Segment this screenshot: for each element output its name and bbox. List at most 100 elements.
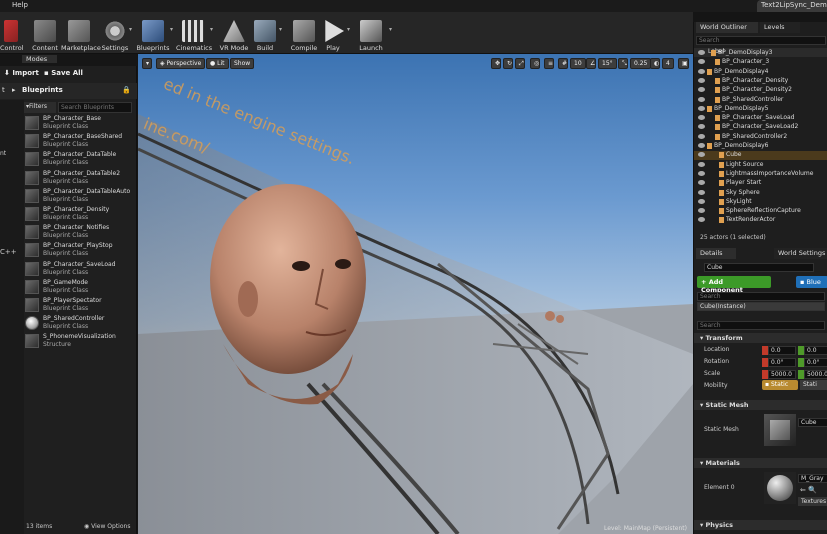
asset-item[interactable]: BP_PlayerSpectator Blueprint Class [24,297,137,315]
browse-icon[interactable]: ⇐ 🔍 [800,486,817,494]
visibility-eye-icon[interactable] [698,189,705,195]
mesh-thumbnail[interactable] [764,414,796,446]
toolbar-marketplace-button[interactable]: Marketplace [61,12,101,54]
settings-dropdown-icon[interactable]: ▾ [129,26,132,33]
level-viewport[interactable]: ed in the engine settings. ine.com/ ▾ ◈ … [138,54,693,534]
tree-item-cpp[interactable]: C++ [0,248,17,256]
add-component-button[interactable]: + Add Component [697,276,771,294]
outliner-row[interactable]: BP_DemoDisplay6 [694,142,827,151]
menu-help[interactable]: Help [12,1,28,9]
scale-x-field[interactable]: 5000.0 [768,370,796,379]
toolbar-play-button[interactable]: Play [320,12,346,54]
maximize-icon[interactable]: ▣ [678,58,689,69]
visibility-eye-icon[interactable] [698,68,705,74]
toolbar-control-button[interactable]: Control [0,12,24,54]
visibility-eye-icon[interactable] [698,87,705,93]
blueprint-button[interactable]: ▪ Blue [796,276,827,288]
visibility-eye-icon[interactable] [698,143,705,148]
grid-snap-value[interactable]: 10 [570,58,586,69]
toolbar-launch-button[interactable]: Launch [356,12,386,54]
rotate-icon[interactable]: ↻ [503,58,513,69]
component-search-input[interactable]: Search [697,292,825,301]
toolbar-build-button[interactable]: Build [252,12,278,54]
lock-icon[interactable]: 🔒 [122,86,131,94]
scale-icon[interactable]: ⤢ [515,58,525,69]
outliner-row[interactable]: Light Source [694,161,827,170]
visibility-eye-icon[interactable] [698,152,705,158]
cinematics-dropdown-icon[interactable]: ▾ [210,26,213,33]
mesh-picker[interactable]: Cube [798,418,827,427]
tab-modes[interactable]: Modes [22,55,58,63]
location-y-field[interactable]: 0.0 [804,346,827,355]
camera-speed-value[interactable]: 4 [662,58,674,69]
outliner-row[interactable]: SphereReflectionCapture [694,207,827,216]
outliner-search-input[interactable]: Search [696,36,826,45]
import-button[interactable]: ⬇ Import [0,67,43,81]
asset-item[interactable]: BP_GameMode Blueprint Class [24,279,137,297]
stationary-toggle[interactable]: Stati [800,380,827,390]
asset-item[interactable]: BP_Character_Base Blueprint Class [24,115,137,133]
rotation-x-field[interactable]: 0.0° [768,358,796,367]
asset-item[interactable]: BP_SharedController Blueprint Class [24,315,137,333]
visibility-eye-icon[interactable] [698,105,705,111]
visibility-eye-icon[interactable] [698,50,705,55]
outliner-row[interactable]: SkyLight [694,198,827,207]
blueprints-dropdown-icon[interactable]: ▾ [170,26,173,33]
toolbar-settings-button[interactable]: Settings [100,12,130,54]
visibility-eye-icon[interactable] [698,77,705,83]
world-icon[interactable]: ◎ [530,58,540,69]
visibility-eye-icon[interactable] [698,198,705,204]
document-tab[interactable]: Text2LipSync_Dem [757,0,827,12]
visibility-eye-icon[interactable] [698,115,705,121]
toolbar-content-button[interactable]: Content [30,12,60,54]
camera-speed-icon[interactable]: ◐ [650,58,660,69]
visibility-eye-icon[interactable] [698,96,705,102]
outliner-row[interactable]: BP_Character_SaveLoad2 [694,123,827,132]
asset-item[interactable]: BP_Character_DataTableAuto Blueprint Clas… [24,188,137,206]
tab-levels[interactable]: Levels [760,22,800,33]
asset-item[interactable]: BP_Character_Density Blueprint Class [24,206,137,224]
outliner-row[interactable]: BP_Character_Density2 [694,86,827,95]
outliner-row[interactable]: BP_DemoDisplay4 [694,68,827,77]
filters-button[interactable]: ▾Filters [24,102,56,113]
textures-dropdown[interactable]: Textures [798,497,827,506]
asset-item[interactable]: BP_Character_Notifies Blueprint Class [24,224,137,242]
save-all-button[interactable]: ▪ Save All [40,67,87,81]
toolbar-compile-button[interactable]: Compile [290,12,318,54]
visibility-eye-icon[interactable] [698,161,705,167]
asset-item[interactable]: BP_Character_BaseShared Blueprint Class [24,133,137,151]
material-thumbnail[interactable] [764,472,796,504]
visibility-eye-icon[interactable] [698,124,705,130]
visibility-eye-icon[interactable] [698,217,705,223]
visibility-eye-icon[interactable] [698,59,705,65]
outliner-row[interactable]: Sky Sphere [694,189,827,198]
launch-dropdown-icon[interactable]: ▾ [389,26,392,33]
outliner-row[interactable]: BP_Character_3 [694,58,827,67]
details-search-input[interactable]: Search [697,321,825,330]
search-input[interactable]: Search Blueprints [58,102,132,113]
asset-item[interactable]: BP_Character_PlayStop Blueprint Class [24,242,137,260]
visibility-eye-icon[interactable] [698,208,705,214]
scale-snap-icon[interactable]: ⤡ [618,58,628,69]
lit-button[interactable]: ● Lit [206,58,229,69]
outliner-row[interactable]: BP_SharedController [694,96,827,105]
static-mesh-section[interactable]: ▾ Static Mesh [694,400,827,410]
asset-item[interactable]: S_PhonemeVisualization Structure [24,333,137,351]
physics-section[interactable]: ▾ Physics [694,520,827,530]
rotation-snap-value[interactable]: 15° [598,58,617,69]
visibility-eye-icon[interactable] [698,170,705,176]
outliner-row[interactable]: BP_SharedController2 [694,133,827,142]
toolbar-vrmode-button[interactable]: VR Mode [218,12,250,54]
visibility-eye-icon[interactable] [698,133,705,139]
cube-instance-row[interactable]: Cube(Instance) [697,302,825,311]
visibility-eye-icon[interactable] [698,180,705,186]
move-icon[interactable]: ✥ [491,58,501,69]
outliner-row[interactable]: Cube [694,151,827,161]
outliner-row[interactable]: BP_DemoDisplay3 [694,49,827,58]
outliner-row[interactable]: BP_Character_SaveLoad [694,114,827,123]
surface-snap-icon[interactable]: ≡ [544,58,554,69]
tab-details[interactable]: Details [696,248,736,259]
scale-snap-value[interactable]: 0.25 [630,58,652,69]
rotation-y-field[interactable]: 0.0° [804,358,827,367]
scale-y-field[interactable]: 5000.0 [804,370,827,379]
